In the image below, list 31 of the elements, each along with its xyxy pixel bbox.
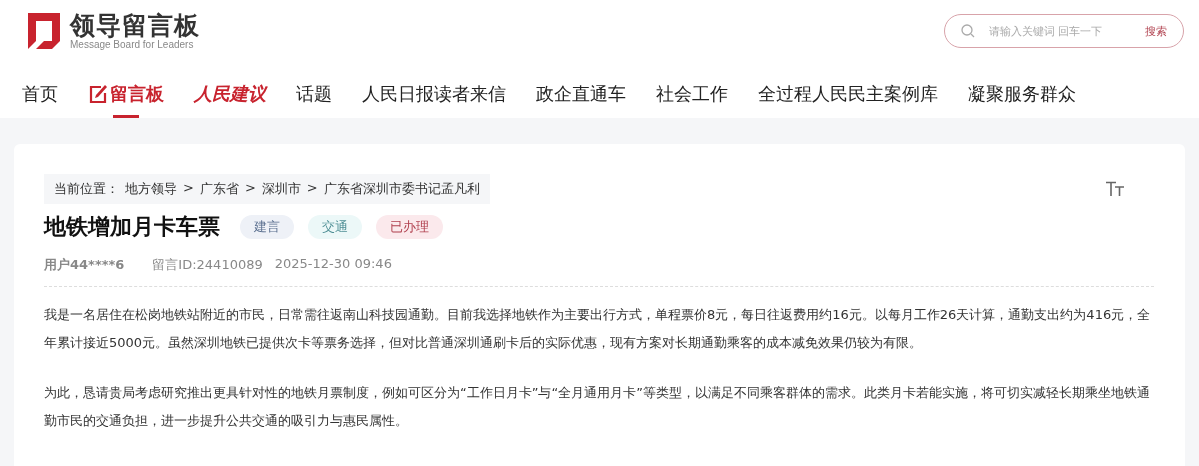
nav-tab[interactable]: 人民日报读者来信 bbox=[362, 72, 506, 118]
logo-subtitle: Message Board for Leaders bbox=[70, 39, 195, 51]
breadcrumb-link[interactable]: 广东省 bbox=[199, 180, 239, 198]
tag: 建言 bbox=[240, 215, 294, 239]
breadcrumb-link[interactable]: 广东省深圳市委书记孟凡利 bbox=[323, 180, 480, 198]
message-id: 留言ID:24410089 bbox=[152, 256, 263, 274]
breadcrumb-label: 当前位置： bbox=[54, 180, 119, 198]
tag: 交通 bbox=[308, 215, 362, 239]
search-icon bbox=[961, 24, 975, 38]
breadcrumb-link[interactable]: 地方领导 bbox=[125, 180, 177, 198]
tag: 已办理 bbox=[376, 215, 443, 239]
nav-tab[interactable]: 社会工作 bbox=[656, 72, 728, 118]
post-time: 2025-12-30 09:46 bbox=[274, 256, 392, 273]
nav-tab[interactable]: 首页 bbox=[22, 72, 58, 118]
nav-tab[interactable]: 话题 bbox=[296, 72, 332, 118]
edit-icon bbox=[88, 84, 108, 104]
font-size-icon[interactable] bbox=[1105, 181, 1125, 197]
post-title: 地铁增加月卡车票 bbox=[44, 213, 220, 241]
nav-tab[interactable]: 人民建议 bbox=[194, 72, 266, 118]
logo-title: 领导留言板 bbox=[70, 11, 200, 40]
breadcrumb-separator: > bbox=[306, 180, 318, 197]
nav-tab[interactable]: 凝聚服务群众 bbox=[968, 72, 1076, 118]
nav-tab[interactable]: 政企直通车 bbox=[536, 72, 626, 118]
user-name: 用户44****6 bbox=[44, 256, 125, 274]
search-button[interactable]: 搜索 bbox=[1145, 23, 1167, 39]
nav-tab[interactable]: 全过程人民民主案例库 bbox=[758, 72, 938, 118]
breadcrumb-link[interactable]: 深圳市 bbox=[261, 180, 301, 198]
post-paragraph: 我是一名居住在松岗地铁站附近的市民，日常需往返南山科技园通勤。目前我选择地铁作为主要出行方式，单程票价8元，每日往返费用约16元。以每月工作26天计算，通勤支出约为416元，全年累计接近5000元。虽然深圳地铁已提供次卡等票务选择，但对比普通深圳通刷卡后的实际优惠，现有方案对长期通勤乘客的成本减免效果仍较为有限。 bbox=[44, 306, 1152, 352]
breadcrumb-separator: > bbox=[244, 180, 256, 197]
breadcrumb-separator: > bbox=[183, 180, 194, 197]
post-paragraph: 为此，恳请贵局考虑研究推出更具针对性的地铁月票制度，例如可区分为“工作日月卡”与“全月通用月卡”等类型，以满足不同乘客群体的需求。此类月卡若能实施，将可切实减轻长期乘坐地铁通勤市民的交通负担，进一步提升公共交通的吸引力与惠民属性。 bbox=[44, 384, 1151, 430]
